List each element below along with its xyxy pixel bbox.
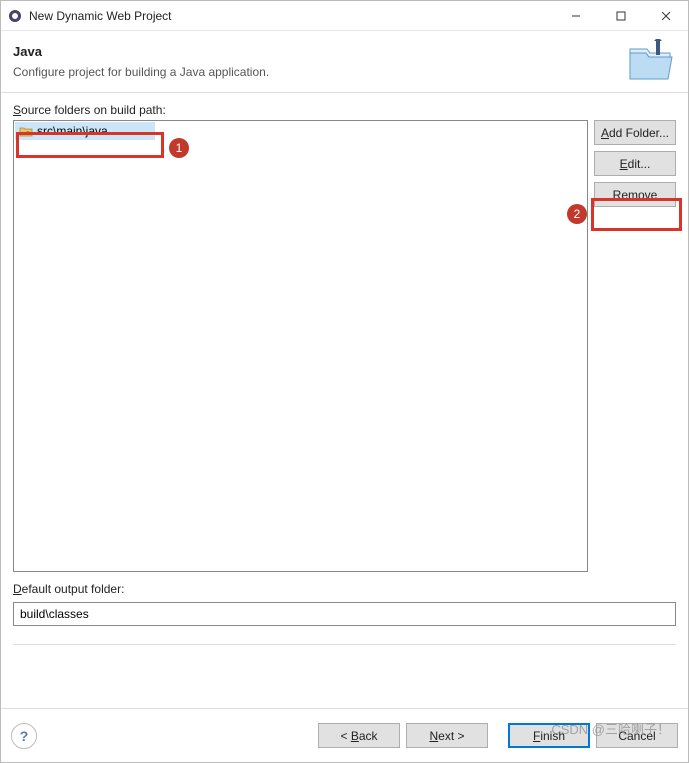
- wizard-banner: Java Configure project for building a Ja…: [1, 31, 688, 93]
- title-bar: New Dynamic Web Project: [1, 1, 688, 31]
- list-item-label: src\main\java: [37, 124, 108, 138]
- default-output-label: Default output folder:: [13, 582, 676, 596]
- page-subtitle: Configure project for building a Java ap…: [13, 65, 626, 79]
- wizard-footer: ? < Back Next > Finish Cancel: [1, 708, 688, 762]
- divider: [13, 644, 676, 645]
- page-title: Java: [13, 44, 626, 59]
- help-button[interactable]: ?: [11, 723, 37, 749]
- minimize-button[interactable]: [553, 1, 598, 31]
- source-folders-list[interactable]: src\main\java: [13, 120, 588, 572]
- window-controls: [553, 1, 688, 30]
- close-button[interactable]: [643, 1, 688, 31]
- side-buttons: Add Folder... Edit... Remove: [594, 120, 676, 572]
- default-output-input[interactable]: [13, 602, 676, 626]
- finish-button[interactable]: Finish: [508, 723, 590, 748]
- app-icon: [1, 9, 29, 23]
- package-folder-icon: [19, 125, 33, 137]
- edit-button[interactable]: Edit...: [594, 151, 676, 176]
- cancel-button[interactable]: Cancel: [596, 723, 678, 748]
- maximize-button[interactable]: [598, 1, 643, 31]
- source-folders-label: Source folders on build path:: [13, 103, 676, 117]
- back-button[interactable]: < Back: [318, 723, 400, 748]
- add-folder-button[interactable]: Add Folder...: [594, 120, 676, 145]
- next-button[interactable]: Next >: [406, 723, 488, 748]
- remove-button[interactable]: Remove: [594, 182, 676, 207]
- window-title: New Dynamic Web Project: [29, 9, 553, 23]
- list-item[interactable]: src\main\java: [15, 122, 155, 140]
- folder-banner-icon: [626, 39, 676, 84]
- wizard-content: Source folders on build path: src\main\j…: [1, 93, 688, 649]
